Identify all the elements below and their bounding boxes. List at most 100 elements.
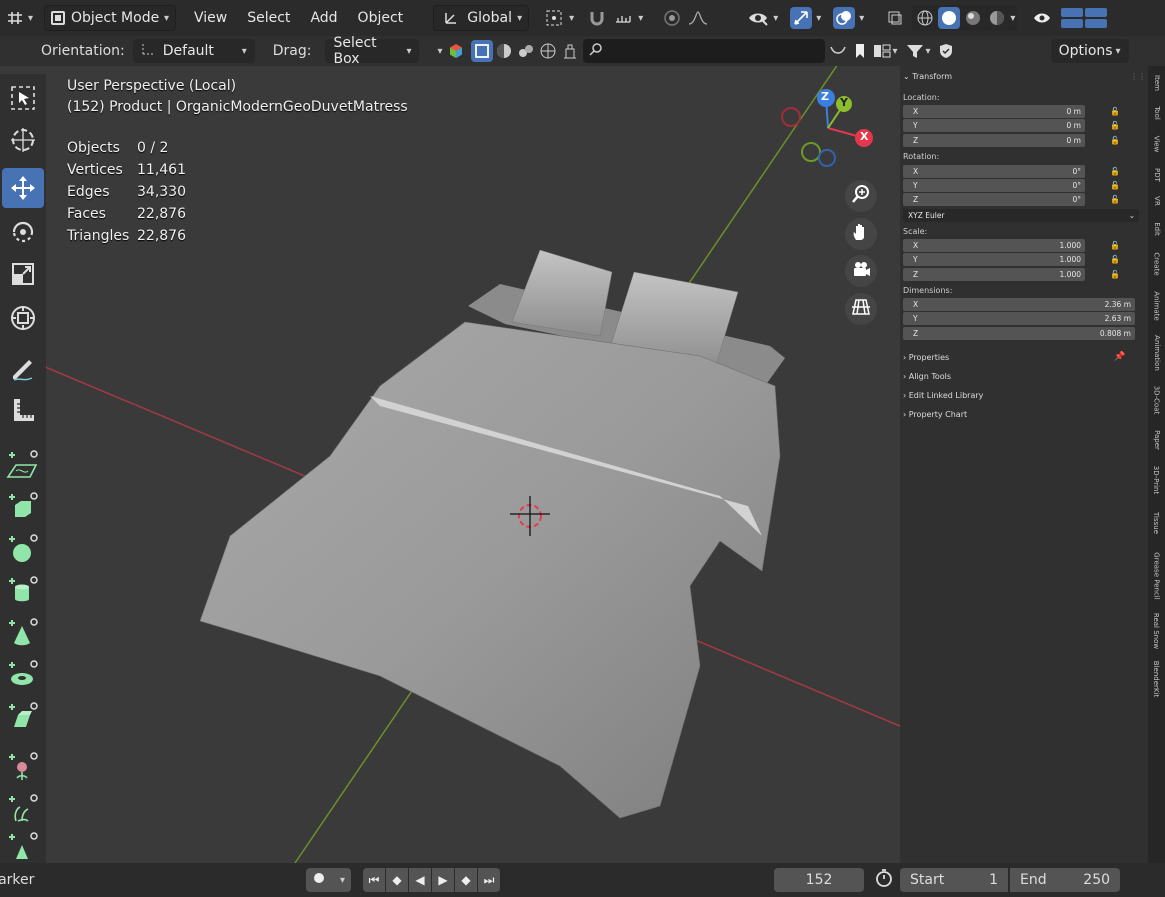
tab-blenderkit[interactable]: BlenderKit — [1148, 656, 1165, 702]
rotation-x-field[interactable]: X 0° — [903, 165, 1085, 178]
add-sphere-tool[interactable] — [2, 528, 44, 568]
lock-icon[interactable]: 🔓 — [1110, 136, 1120, 145]
align-tools-section[interactable]: › Align Tools — [903, 372, 951, 381]
color-cube-icon[interactable] — [445, 40, 467, 62]
drag-dropdown[interactable]: Select Box ▾ — [325, 35, 420, 67]
lock-icon[interactable]: 🔓 — [1110, 241, 1120, 250]
cursor-tool[interactable] — [2, 120, 44, 160]
marker-menu[interactable]: Marker — [0, 872, 46, 888]
split-left-icon[interactable] — [1061, 19, 1084, 28]
minimize-icon[interactable] — [1061, 8, 1084, 17]
shelf-icon[interactable] — [827, 40, 849, 62]
location-z-field[interactable]: Z 0 m — [903, 134, 1085, 147]
select-box-mode-icon[interactable] — [470, 40, 493, 62]
mode-dropdown[interactable]: Object Mode ▾ — [44, 5, 176, 31]
end-frame-field[interactable]: End 250 — [1010, 868, 1121, 892]
tab-item[interactable]: Item — [1148, 70, 1165, 96]
menu-object[interactable]: Object — [348, 10, 414, 26]
start-frame-field[interactable]: Start 1 — [900, 868, 1009, 892]
jump-end-icon[interactable]: ⏭ — [478, 868, 501, 892]
tab-animation[interactable]: Animation — [1148, 330, 1165, 376]
add-plane-tool[interactable] — [2, 444, 44, 484]
add-cone-tool[interactable] — [2, 612, 44, 652]
add-wedge-tool[interactable] — [2, 696, 44, 736]
filter-caret-icon[interactable]: ▾ — [437, 46, 442, 57]
material-shading-icon[interactable] — [962, 7, 984, 29]
play-icon[interactable]: ▶ — [432, 868, 455, 892]
shield-icon[interactable] — [935, 40, 957, 62]
filter-icon[interactable] — [904, 40, 926, 62]
lock-icon[interactable]: 🔓 — [1110, 181, 1120, 190]
globe-icon[interactable] — [537, 40, 559, 62]
tab-3d-coat[interactable]: 3D-Coat — [1148, 380, 1165, 420]
search-input[interactable] — [582, 39, 825, 63]
add-cylinder-tool[interactable] — [2, 570, 44, 610]
shading-mode-icon[interactable] — [493, 40, 515, 62]
menu-add[interactable]: Add — [300, 10, 347, 26]
menu-select[interactable]: Select — [237, 10, 300, 26]
tab-tool[interactable]: Tool — [1148, 100, 1165, 126]
tab-create[interactable]: Create — [1148, 246, 1165, 282]
lock-icon[interactable]: 🔓 — [1110, 121, 1120, 130]
scale-x-field[interactable]: X 1.000 — [903, 239, 1085, 252]
overlays-toggle[interactable]: ▾ — [827, 5, 870, 31]
select-box-tool[interactable] — [2, 78, 44, 118]
pin-icon[interactable]: 📌 — [1114, 352, 1125, 362]
bookmark-icon[interactable] — [849, 40, 871, 62]
scale-z-field[interactable]: Z 1.000 — [903, 268, 1085, 281]
rotation-mode-dropdown[interactable]: XYZ Euler ⌄ — [903, 209, 1139, 222]
rendered-shading-icon[interactable] — [986, 7, 1008, 29]
next-keyframe-icon[interactable]: ◆ — [455, 868, 478, 892]
lock-icon[interactable]: 🔓 — [1110, 167, 1120, 176]
location-y-field[interactable]: Y 0 m — [903, 119, 1085, 132]
gizmo-toggle[interactable]: ▾ — [784, 5, 827, 31]
tab-real-snow[interactable]: Real Snow — [1148, 610, 1165, 652]
properties-section[interactable]: › Properties — [903, 353, 949, 362]
lock-icon[interactable]: 🔓 — [1110, 270, 1120, 279]
lock-icon[interactable]: 🔓 — [1110, 255, 1120, 264]
pivot-point-button[interactable]: ▾ — [537, 5, 580, 31]
tab-edit[interactable]: Edit — [1148, 216, 1165, 242]
tab-tissue[interactable]: Tissue — [1148, 504, 1165, 542]
tab-animate[interactable]: Animate — [1148, 286, 1165, 326]
location-x-field[interactable]: X 0 m — [903, 105, 1085, 118]
stopwatch-icon[interactable] — [874, 868, 894, 892]
add-grass-tool[interactable] — [2, 788, 44, 828]
drag-handle-icon[interactable]: ⋮⋮ — [1130, 72, 1146, 81]
annotate-tool[interactable] — [2, 348, 44, 388]
scale-y-field[interactable]: Y 1.000 — [903, 253, 1085, 266]
dimensions-z-field[interactable]: Z 0.808 m — [903, 327, 1135, 340]
rotate-tool[interactable] — [2, 212, 44, 252]
pan-button[interactable] — [845, 218, 877, 250]
layout-icon[interactable] — [871, 40, 893, 62]
editor-type-button[interactable]: ▾ — [0, 5, 38, 31]
tab-3d-print[interactable]: 3D-Print — [1148, 460, 1165, 500]
jump-start-icon[interactable]: ⏮ — [363, 868, 386, 892]
rotation-z-field[interactable]: Z 0° — [903, 193, 1085, 206]
dimensions-y-field[interactable]: Y 2.63 m — [903, 312, 1135, 325]
solid-shading-icon[interactable] — [938, 7, 961, 29]
transform-tool[interactable] — [2, 298, 44, 338]
transform-section-header[interactable]: ⌄ Transform — [903, 72, 952, 81]
bubbles-icon[interactable] — [515, 40, 537, 62]
tab-pdt[interactable]: PDT — [1148, 162, 1165, 188]
nav-gizmo[interactable]: Z Y X — [778, 86, 878, 170]
rotation-y-field[interactable]: Y 0° — [903, 179, 1085, 192]
add-torus-tool[interactable] — [2, 654, 44, 694]
prev-keyframe-icon[interactable]: ◆ — [386, 868, 409, 892]
property-chart-section[interactable]: › Property Chart — [903, 410, 967, 419]
auto-key-button[interactable]: ▾ — [306, 868, 352, 892]
play-reverse-icon[interactable]: ◀ — [409, 868, 432, 892]
snap-toggle[interactable]: ▾ — [580, 5, 649, 31]
perspective-toggle[interactable] — [845, 293, 877, 325]
building-icon[interactable] — [559, 40, 581, 62]
split-right-icon[interactable] — [1085, 19, 1108, 28]
wireframe-shading-icon[interactable] — [914, 7, 936, 29]
tab-vr[interactable]: VR — [1148, 190, 1165, 212]
edit-linked-library-section[interactable]: › Edit Linked Library — [903, 391, 983, 400]
move-tool[interactable] — [2, 168, 44, 208]
add-tree-tool[interactable] — [2, 830, 44, 862]
current-frame-field[interactable]: 152 — [774, 868, 865, 892]
visibility-eye-button[interactable] — [1025, 5, 1059, 31]
add-cube-tool[interactable] — [2, 486, 44, 526]
